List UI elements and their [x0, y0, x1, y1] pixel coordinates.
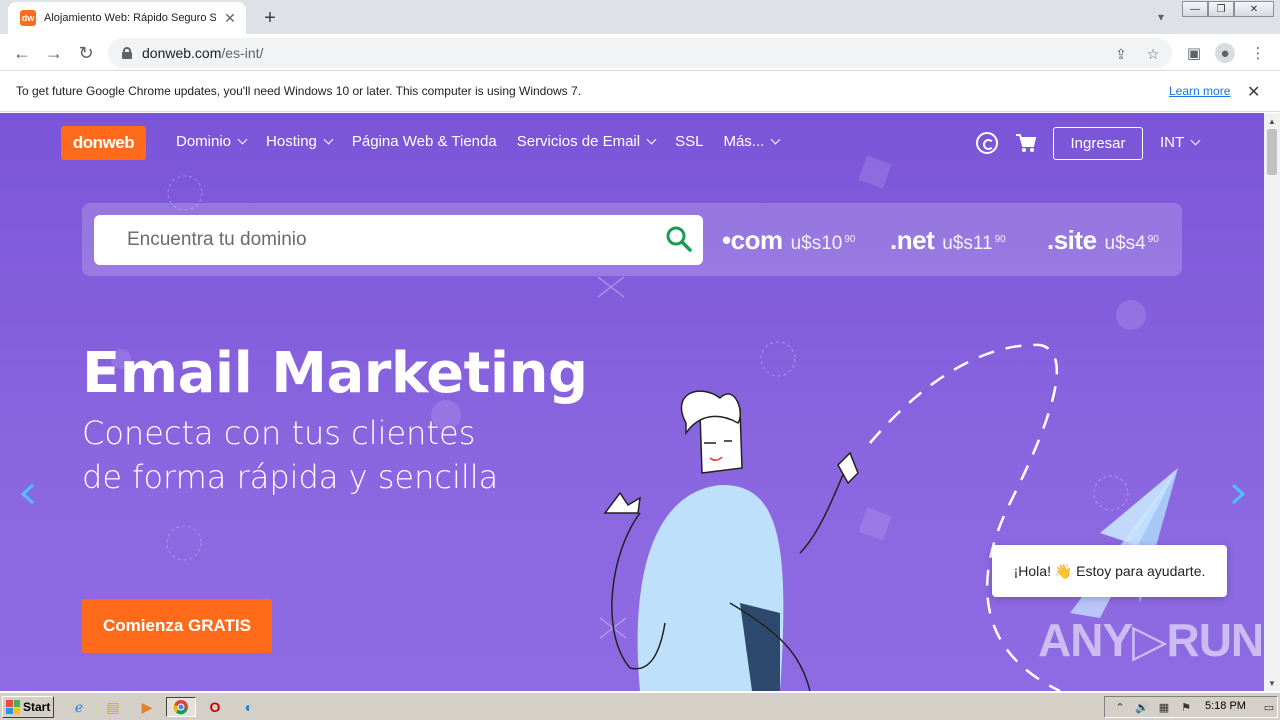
language-selector[interactable]: INT [1160, 134, 1201, 151]
main-nav: Dominio Hosting Página Web & Tienda Serv… [176, 133, 781, 150]
media-player-icon[interactable]: ▶ [136, 697, 158, 717]
browser-tab[interactable]: dw Alojamiento Web: Rápido Seguro So ✕ [8, 2, 246, 34]
hero-subtitle: Conecta con tus clientes de forma rápida… [82, 414, 499, 496]
infobar-close-icon[interactable]: ✕ [1247, 82, 1260, 102]
tab-strip: dw Alojamiento Web: Rápido Seguro So ✕ +… [0, 0, 1280, 34]
ie-icon[interactable]: ℯ [68, 697, 90, 717]
tld-site[interactable]: .site u$s4 90 [1047, 225, 1159, 256]
tab-title: Alojamiento Web: Rápido Seguro So [44, 12, 216, 24]
favicon-icon: dw [20, 10, 36, 26]
lock-icon[interactable] [122, 47, 132, 59]
tld-net[interactable]: .net u$s11 90 [890, 225, 1006, 256]
tld-com[interactable]: •com u$s10 90 [722, 225, 855, 256]
bookmark-star-icon[interactable]: ☆ [1144, 45, 1162, 63]
chevron-down-icon [1190, 135, 1201, 146]
nav-mas[interactable]: Más... [723, 133, 781, 150]
webpage: donweb Dominio Hosting Página Web & Tien… [0, 113, 1264, 691]
windows-logo-icon [6, 700, 20, 714]
learn-more-link[interactable]: Learn more [1169, 84, 1230, 98]
network-icon[interactable]: ▦ [1157, 700, 1171, 714]
address-bar[interactable]: donweb.com/es-int/ ⇪ ☆ [108, 38, 1172, 68]
nav-dominio[interactable]: Dominio [176, 133, 248, 150]
nav-ssl[interactable]: SSL [675, 133, 703, 150]
chevron-down-icon [646, 134, 657, 145]
opera-icon[interactable]: O [204, 697, 226, 717]
tab-close-icon[interactable]: ✕ [222, 10, 238, 26]
start-button[interactable]: Start [2, 696, 54, 718]
browser-toolbar: ← → ↻ donweb.com/es-int/ ⇪ ☆ ▣ ● ⋮ [0, 34, 1280, 71]
back-arrow-icon[interactable]: ← [8, 39, 36, 67]
scroll-down-icon[interactable]: ▼ [1267, 678, 1277, 688]
infobar-message: To get future Google Chrome updates, you… [16, 84, 582, 98]
nav-pagina-web[interactable]: Página Web & Tienda [352, 133, 497, 150]
nav-hosting[interactable]: Hosting [266, 133, 334, 150]
side-panel-icon[interactable]: ▣ [1184, 43, 1204, 63]
anyrun-watermark: ANY▷RUN [1038, 614, 1264, 666]
explorer-folder-icon[interactable]: ▤ [102, 697, 124, 717]
cart-icon[interactable] [1015, 133, 1037, 153]
menu-kebab-icon[interactable]: ⋮ [1248, 43, 1268, 63]
volume-icon[interactable]: 🔊 [1135, 700, 1149, 714]
tray-arrow-icon[interactable]: ⌃ [1113, 700, 1127, 714]
restore-button[interactable]: ❐ [1208, 1, 1234, 17]
url-text: donweb.com/es-int/ [142, 45, 264, 61]
login-button[interactable]: Ingresar [1053, 127, 1143, 160]
page-scrollbar[interactable]: ▲ ▼ [1264, 113, 1280, 691]
domain-search-input[interactable] [94, 215, 703, 265]
domain-search-panel: •comu$s1090 .netu$s1190 .siteu$s490 [82, 203, 1182, 276]
donweb-logo[interactable]: donweb [61, 126, 146, 160]
scroll-thumb[interactable] [1267, 129, 1277, 175]
system-tray: ⌃ 🔊 ▦ ⚑ [1104, 696, 1278, 718]
carousel-next-icon[interactable] [1226, 483, 1248, 505]
share-icon[interactable]: ⇪ [1112, 45, 1130, 63]
profile-avatar-icon[interactable]: ● [1215, 43, 1235, 63]
new-tab-button[interactable]: + [258, 6, 282, 30]
flag-icon[interactable]: ⚑ [1179, 700, 1193, 714]
chat-bubble[interactable]: ¡Hola! 👋 Estoy para ayudarte. [992, 545, 1227, 597]
minimize-button[interactable]: — [1182, 1, 1208, 17]
whatsapp-icon[interactable] [976, 132, 998, 154]
update-infobar: To get future Google Chrome updates, you… [0, 71, 1280, 112]
reload-icon[interactable]: ↻ [72, 39, 100, 67]
nav-email[interactable]: Servicios de Email [517, 133, 657, 150]
scroll-up-icon[interactable]: ▲ [1267, 116, 1277, 126]
cta-button[interactable]: Comienza GRATIS [82, 599, 272, 653]
chevron-down-icon [323, 134, 334, 145]
close-window-button[interactable]: ✕ [1234, 1, 1274, 17]
chevron-down-icon [237, 134, 248, 145]
tab-search-chevron-icon[interactable]: ▾ [1150, 6, 1172, 28]
search-icon[interactable] [665, 225, 693, 253]
chevron-down-icon [770, 134, 781, 145]
hero-title: Email Marketing [82, 341, 588, 406]
edge-icon[interactable]: ◐ [238, 697, 260, 717]
forward-arrow-icon[interactable]: → [40, 39, 68, 67]
chrome-icon[interactable] [166, 697, 196, 717]
show-desktop-icon[interactable]: ▭ [1262, 700, 1276, 714]
clock[interactable]: 5:18 PM [1205, 700, 1246, 712]
carousel-prev-icon[interactable] [18, 483, 40, 505]
windows-taskbar: Start ℯ ▤ ▶ O ◐ ⌃ 🔊 ▦ ⚑ 5:18 PM ▭ [0, 692, 1280, 720]
